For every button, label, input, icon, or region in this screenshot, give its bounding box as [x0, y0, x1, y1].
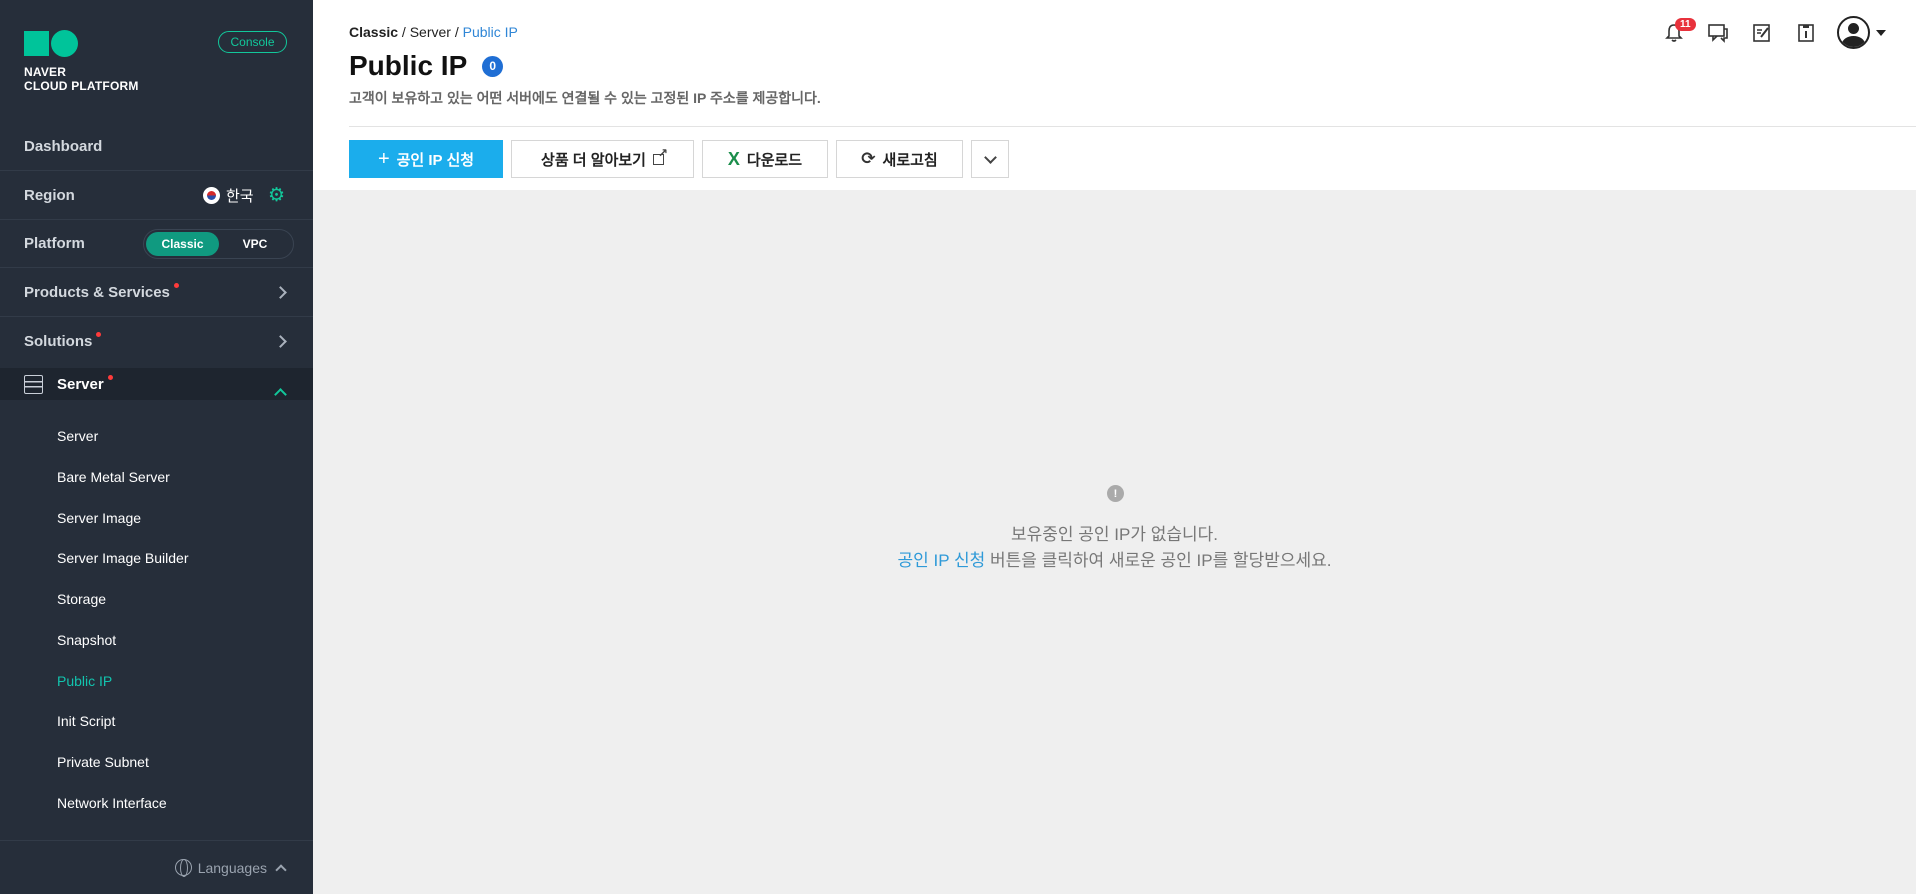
region-value: 한국: [226, 187, 254, 205]
download-button[interactable]: X 다운로드: [702, 140, 828, 178]
breadcrumb-classic[interactable]: Classic: [349, 24, 398, 40]
empty-message: 보유중인 공인 IP가 없습니다.: [1011, 525, 1218, 544]
count-badge: 0: [482, 55, 504, 77]
languages-label: Languages: [197, 859, 267, 876]
page-description: 고객이 보유하고 있는 어떤 서버에도 연결될 수 있는 고정된 IP 주소를 …: [349, 90, 821, 106]
languages-button[interactable]: Languages: [0, 840, 313, 894]
top-right-icons: 11: [1661, 16, 1886, 49]
logo-line1: NAVER: [24, 65, 67, 79]
region-label: Region: [24, 186, 75, 204]
info-button[interactable]: [1793, 20, 1819, 46]
sidebar-subitem-snapshot[interactable]: Snapshot: [57, 632, 116, 648]
breadcrumb-server[interactable]: Server: [410, 24, 451, 40]
sidebar-subitem-init-script[interactable]: Init Script: [57, 713, 115, 729]
sidebar-subitem-bare-metal-server[interactable]: Bare Metal Server: [57, 469, 170, 485]
region-selector[interactable]: 한국: [203, 185, 254, 206]
chevron-up-icon: [274, 388, 287, 401]
notification-count-badge: 11: [1675, 17, 1696, 31]
empty-hint-text: 버튼을 클릭하여 새로운 공인 IP를 할당받으세요.: [985, 551, 1332, 570]
logo-line2: CLOUD PLATFORM: [24, 79, 139, 93]
chevron-up-icon: [275, 864, 287, 876]
sidebar-section-label: Server: [57, 375, 104, 393]
breadcrumb-sep: /: [450, 24, 463, 40]
apply-public-ip-button[interactable]: + 공인 IP 신청: [349, 140, 503, 178]
divider: [349, 126, 1916, 127]
platform-row: Platform Classic VPC: [0, 220, 313, 268]
chat-button[interactable]: [1705, 20, 1731, 46]
chevron-right-icon: [274, 285, 287, 299]
empty-state: ! 보유중인 공인 IP가 없습니다. 공인 IP 신청 버튼을 클릭하여 새로…: [313, 190, 1916, 894]
page-header: Classic / Server / Public IP Public IP 0…: [313, 0, 1916, 190]
memo-button[interactable]: [1749, 20, 1775, 46]
excel-icon: X: [727, 148, 740, 169]
sidebar-section-server[interactable]: Server: [0, 368, 313, 401]
sidebar-item-solutions[interactable]: Solutions: [0, 317, 313, 366]
logo-text: NAVER CLOUD PLATFORM: [24, 65, 139, 93]
platform-toggle[interactable]: Classic VPC: [143, 228, 294, 259]
sidebar-subitem-server-image-builder[interactable]: Server Image Builder: [57, 550, 189, 566]
info-icon: [1798, 23, 1814, 42]
naver-cloud-logo[interactable]: NAVER CLOUD PLATFORM: [24, 30, 139, 93]
breadcrumb-current: Public IP: [462, 24, 518, 40]
gear-icon[interactable]: ⚙: [268, 184, 285, 207]
console-button[interactable]: Console: [218, 31, 287, 53]
toolbar: + 공인 IP 신청 상품 더 알아보기 X 다운로드 ⟳ 새로고침: [349, 140, 1009, 178]
sidebar-item-label: Dashboard: [24, 137, 103, 155]
user-avatar-icon[interactable]: [1837, 16, 1870, 49]
more-options-button[interactable]: [971, 140, 1009, 178]
platform-classic-option[interactable]: Classic: [146, 231, 219, 256]
empty-hint: 공인 IP 신청 버튼을 클릭하여 새로운 공인 IP를 할당받으세요.: [313, 546, 1916, 571]
sidebar-subitem-server[interactable]: Server: [57, 428, 98, 444]
korea-flag-icon: [203, 186, 220, 204]
server-icon: [24, 374, 43, 394]
user-menu-caret-icon[interactable]: [1876, 29, 1886, 36]
refresh-label: 새로고침: [882, 151, 938, 169]
platform-vpc-option[interactable]: VPC: [219, 237, 291, 251]
sidebar-item-label: Solutions: [24, 333, 93, 350]
external-link-icon: [652, 146, 668, 165]
sidebar-item-label: Products & Services: [24, 283, 170, 301]
download-label: 다운로드: [746, 151, 803, 169]
memo-icon: [1753, 23, 1770, 42]
refresh-icon: ⟳: [861, 149, 876, 168]
breadcrumb: Classic / Server / Public IP: [349, 24, 518, 40]
page-title: Public IP: [349, 50, 468, 81]
notifications-button[interactable]: 11: [1661, 17, 1696, 46]
sidebar-item-products[interactable]: Products & Services: [0, 268, 313, 317]
plus-icon: +: [377, 148, 390, 170]
page-title-row: Public IP 0: [349, 50, 504, 82]
learn-more-label: 상품 더 알아보기: [541, 151, 646, 169]
new-dot: [173, 282, 179, 288]
sidebar: NAVER CLOUD PLATFORM Console Dashboard R…: [0, 0, 313, 894]
logo-mark-icon: [24, 30, 139, 57]
apply-label: 공인 IP 신청: [396, 151, 475, 169]
refresh-button[interactable]: ⟳ 새로고침: [836, 140, 963, 178]
breadcrumb-sep: /: [398, 24, 410, 40]
new-dot: [96, 332, 102, 337]
apply-public-ip-link[interactable]: 공인 IP 신청: [897, 551, 985, 570]
chevron-down-icon: [983, 150, 997, 164]
info-icon: !: [1107, 485, 1124, 502]
sidebar-subitem-private-subnet[interactable]: Private Subnet: [57, 754, 149, 770]
region-row: Region 한국 ⚙: [0, 171, 313, 220]
sidebar-subitem-storage[interactable]: Storage: [57, 591, 106, 607]
learn-more-button[interactable]: 상품 더 알아보기: [511, 140, 694, 178]
chevron-right-icon: [274, 335, 287, 348]
sidebar-subitem-network-interface[interactable]: Network Interface: [57, 795, 167, 811]
sidebar-item-dashboard[interactable]: Dashboard: [0, 122, 313, 171]
sidebar-subitem-public-ip[interactable]: Public IP: [57, 673, 112, 689]
chat-icon: [1708, 23, 1728, 43]
platform-label: Platform: [24, 235, 85, 252]
sidebar-subitem-server-image[interactable]: Server Image: [57, 510, 141, 526]
globe-icon: [174, 859, 192, 877]
new-dot: [107, 374, 113, 380]
